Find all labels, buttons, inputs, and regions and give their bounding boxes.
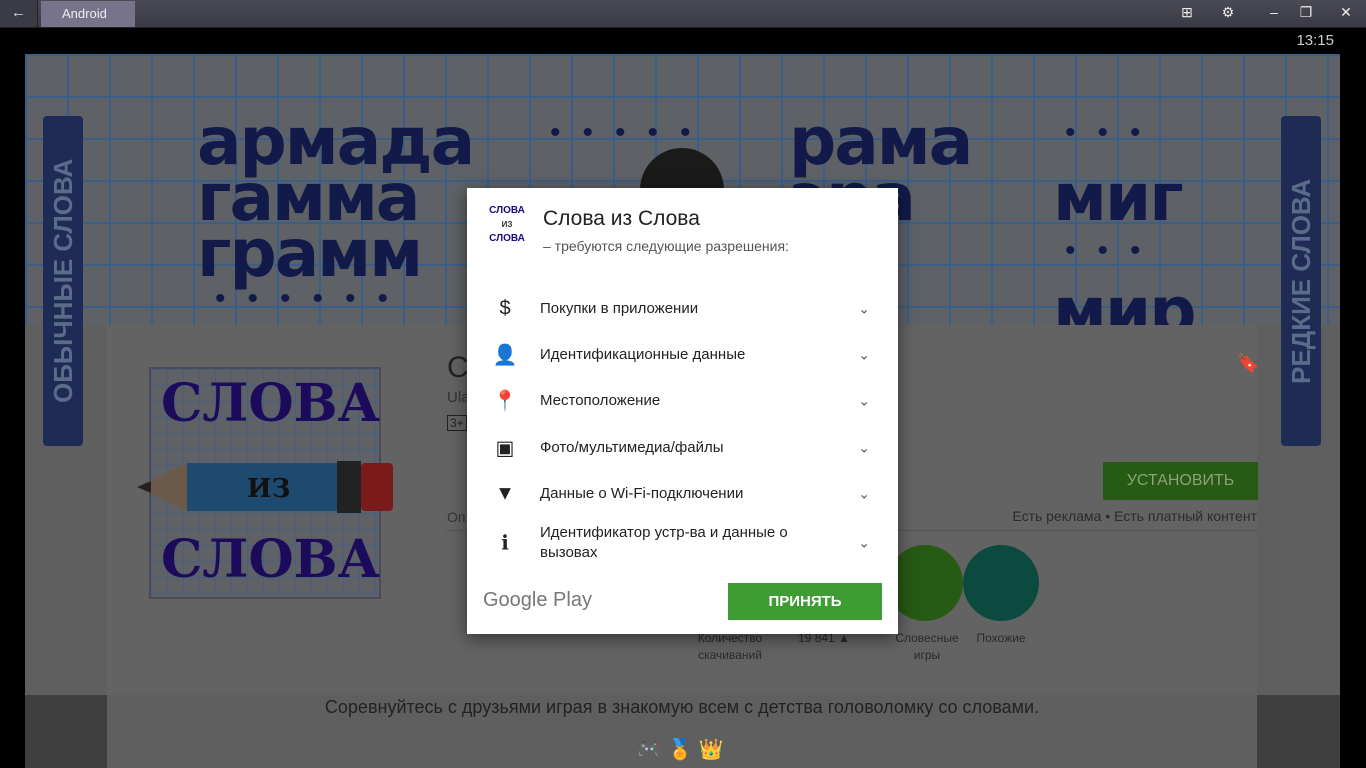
install-button[interactable]: УСТАНОВИТЬ (1103, 462, 1258, 500)
ads-notice: Есть реклама • Есть платный контент (1012, 508, 1257, 524)
age-rating: 3+ (447, 415, 467, 431)
pencil-icon: ИЗ (137, 461, 393, 513)
permission-item[interactable]: $ Покупки в приложении ⌄ (467, 286, 898, 332)
permission-item[interactable]: ℹ Идентификатор устр-ва и данные о вызова… (467, 519, 898, 567)
photo-media-icon: ▣ (495, 437, 515, 460)
chevron-down-icon[interactable]: ⌄ (858, 535, 870, 552)
permission-item[interactable]: ▣ Фото/мультимедиа/файлы ⌄ (467, 425, 898, 471)
wishlist-icon[interactable]: 🔖 (1237, 353, 1259, 374)
permission-item[interactable]: 📍 Местоположение ⌄ (467, 378, 898, 424)
icon-text: СЛОВА (161, 373, 380, 434)
minimize-icon[interactable]: – (1263, 4, 1285, 20)
icon-text: СЛОВА (161, 529, 380, 590)
status-clock: 13:15 (1296, 32, 1334, 49)
word-games-category-icon[interactable] (887, 545, 963, 621)
downloads-label: Количество скачиваний (697, 631, 763, 662)
chevron-down-icon[interactable]: ⌄ (858, 347, 870, 364)
permission-item[interactable]: 👤 Идентификационные данные ⌄ (467, 332, 898, 378)
tab-android[interactable]: Android (41, 1, 135, 27)
dots: ••• (1065, 116, 1163, 149)
restore-icon[interactable]: ❐ (1295, 4, 1317, 21)
accept-button[interactable]: ПРИНЯТЬ (728, 583, 882, 620)
banner-right-label: РЕДКИЕ СЛОВА (1281, 116, 1321, 446)
icon-text: ИЗ (247, 474, 290, 504)
back-button[interactable]: ← (0, 0, 38, 27)
chevron-down-icon[interactable]: ⌄ (858, 301, 870, 318)
similar-label[interactable]: Похожие (956, 630, 1046, 647)
banner-left-label: ОБЫЧНЫЕ СЛОВА (43, 116, 83, 446)
phone-info-icon: ℹ (501, 532, 509, 555)
gear-icon[interactable]: ⚙ (1217, 4, 1239, 21)
dollar-icon: $ (499, 297, 511, 320)
banner-word: миг (1053, 159, 1184, 236)
app-icon: СЛОВА ИЗ СЛОВА (137, 367, 393, 599)
dots: ••••• (550, 116, 713, 149)
location-pin-icon: 📍 (492, 390, 518, 413)
keymap-icon[interactable]: ⊞ (1176, 4, 1198, 21)
google-play-logo: Google Play (483, 589, 592, 611)
similar-apps-icon[interactable] (963, 545, 1039, 621)
description-section: Соревнуйтесь с друзьями играя в знакомую… (25, 695, 1340, 768)
badges-icons: 🎮🏅👑 (637, 739, 730, 761)
chevron-down-icon[interactable]: ⌄ (858, 393, 870, 410)
dots: •••••• (215, 282, 411, 315)
permission-item[interactable]: ▼ Данные о Wi-Fi-подключении ⌄ (467, 471, 898, 517)
app-description: Соревнуйтесь с друзьями играя в знакомую… (324, 697, 1040, 717)
close-icon[interactable]: ✕ (1335, 4, 1357, 21)
dialog-title: Слова из Слова (543, 207, 700, 230)
person-icon: 👤 (492, 344, 518, 367)
chevron-down-icon[interactable]: ⌄ (858, 486, 870, 503)
banner-word: грамм (197, 215, 423, 292)
chevron-down-icon[interactable]: ⌄ (858, 440, 870, 457)
app-icon-small: СЛОВА ИЗ СЛОВА (489, 205, 525, 244)
app-title: С (447, 351, 469, 384)
permissions-dialog: СЛОВА ИЗ СЛОВА Слова из Слова – требуются … (467, 188, 898, 634)
dialog-subtitle: – требуются следующие разрешения: (543, 238, 789, 254)
description-partial: Оп (447, 509, 466, 525)
emulator-titlebar: ← Android ⊞ ⚙ – ❐ ✕ (0, 0, 1366, 28)
wifi-icon: ▼ (495, 482, 515, 505)
dots: ••• (1065, 234, 1163, 267)
